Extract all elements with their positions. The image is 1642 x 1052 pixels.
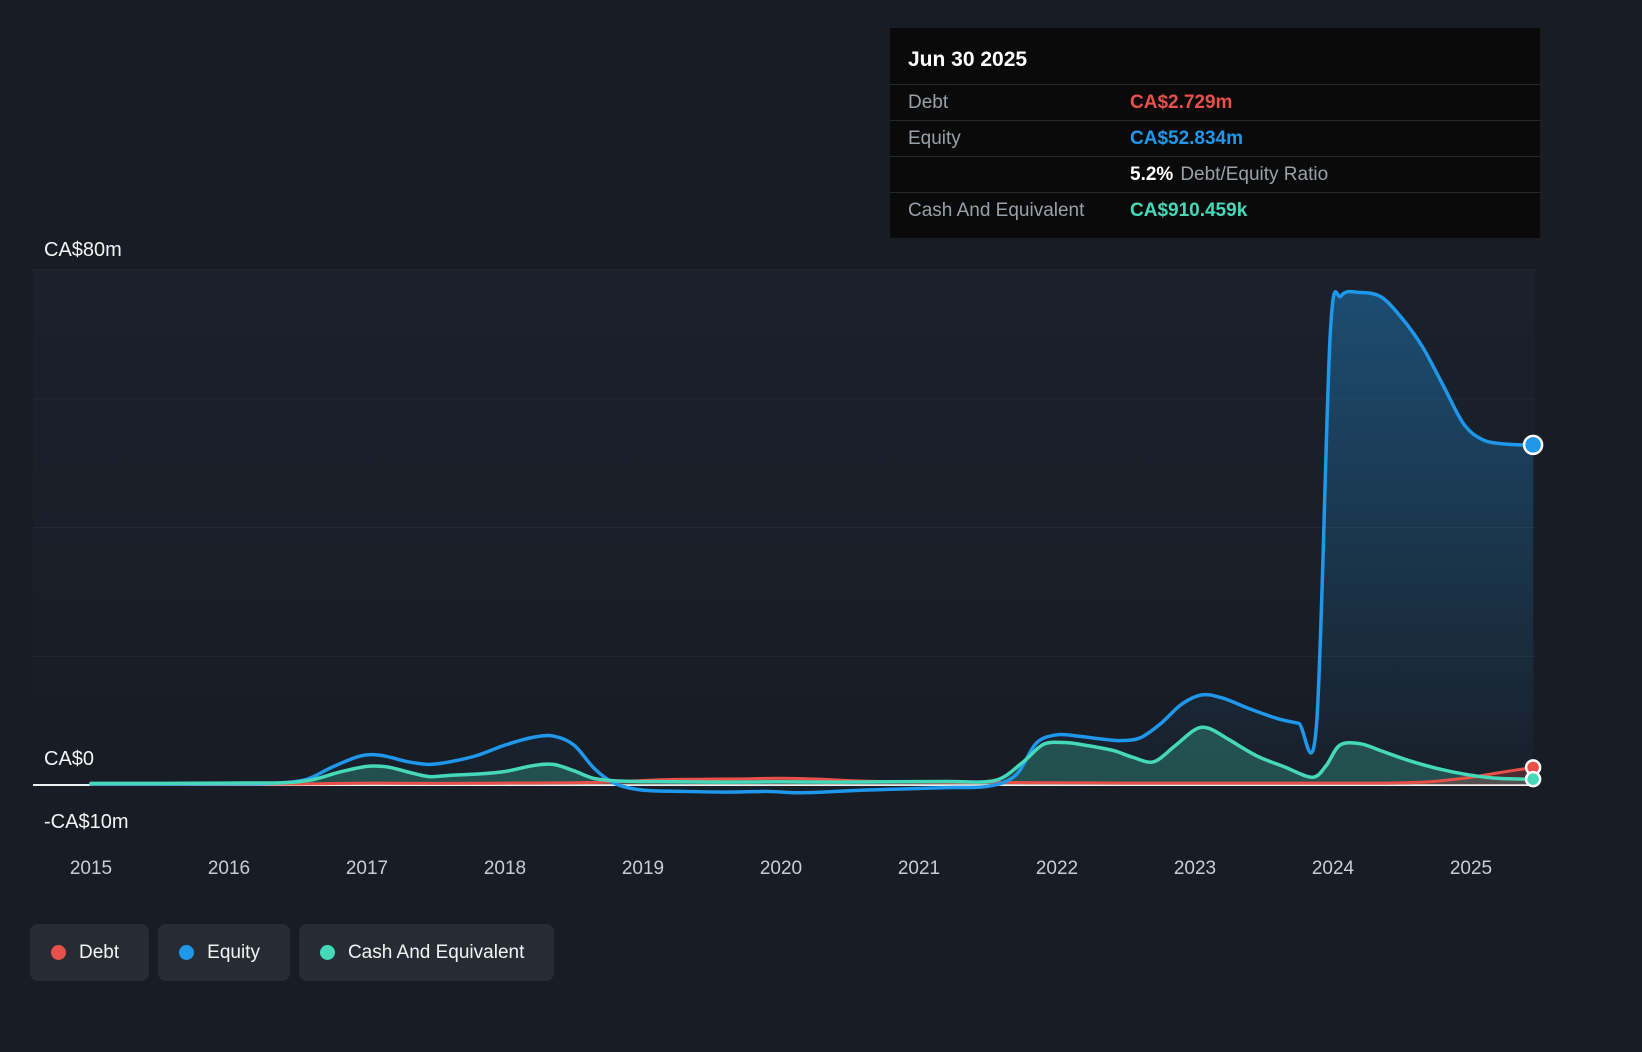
x-tick: 2023 <box>1173 858 1217 879</box>
tooltip-equity-value: CA$52.834m <box>1130 127 1244 149</box>
tooltip-cash-label: Cash And Equivalent <box>908 199 1085 221</box>
legend-item-cash[interactable]: Cash And Equivalent <box>298 924 555 981</box>
tooltip-ratio: 5.2% Debt/Equity Ratio <box>1130 164 1328 186</box>
tooltip-cash-row: Cash And Equivalent CA$910.459k <box>890 192 1540 228</box>
legend-item-equity[interactable]: Equity <box>158 924 290 981</box>
x-tick: 2024 <box>1311 858 1355 879</box>
equity-dot-icon <box>179 945 195 960</box>
chart-legend: Debt Equity Cash And Equivalent <box>30 924 555 981</box>
legend-equity-label: Equity <box>207 941 260 963</box>
y-axis-label-zero: CA$0 <box>44 748 95 770</box>
tooltip-ratio-label: Debt/Equity Ratio <box>1180 163 1329 185</box>
x-tick: 2025 <box>1449 858 1493 879</box>
y-axis-label-neg10m: -CA$10m <box>44 811 129 833</box>
x-tick: 2022 <box>1035 858 1079 879</box>
tooltip-ratio-value: 5.2% <box>1130 163 1174 185</box>
x-axis: 2015 2016 2017 2018 2019 2020 2021 2022 … <box>0 858 1642 888</box>
debt-dot-icon <box>51 945 66 960</box>
legend-debt-label: Debt <box>79 941 120 963</box>
legend-cash-label: Cash And Equivalent <box>347 941 525 963</box>
legend-item-debt[interactable]: Debt <box>30 924 150 981</box>
tooltip-cash-value: CA$910.459k <box>1130 199 1248 221</box>
x-tick: 2021 <box>897 858 941 879</box>
cash-dot-icon <box>319 945 335 960</box>
tooltip-equity-label: Equity <box>908 127 961 149</box>
x-tick: 2020 <box>759 858 803 879</box>
tooltip-ratio-row: 5.2% Debt/Equity Ratio <box>890 156 1540 192</box>
tooltip-debt-row: Debt CA$2.729m <box>890 84 1540 120</box>
x-tick: 2017 <box>345 858 389 879</box>
tooltip-debt-value: CA$2.729m <box>1130 91 1233 113</box>
equity-end-marker <box>1522 434 1544 456</box>
chart-tooltip: Jun 30 2025 Debt CA$2.729m Equity CA$52.… <box>890 28 1540 238</box>
x-tick: 2018 <box>483 858 527 879</box>
cash-end-marker <box>1524 770 1542 788</box>
tooltip-date: Jun 30 2025 <box>908 48 1028 71</box>
y-axis-label-80m: CA$80m <box>44 239 122 261</box>
tooltip-debt-label: Debt <box>908 91 949 113</box>
debt-equity-history-page: CA$80m CA$0 -CA$10m 2015 2016 2017 2018 … <box>0 0 1642 1052</box>
x-tick: 2019 <box>621 858 665 879</box>
x-tick: 2016 <box>207 858 251 879</box>
tooltip-equity-row: Equity CA$52.834m <box>890 120 1540 156</box>
x-tick: 2015 <box>69 858 113 879</box>
